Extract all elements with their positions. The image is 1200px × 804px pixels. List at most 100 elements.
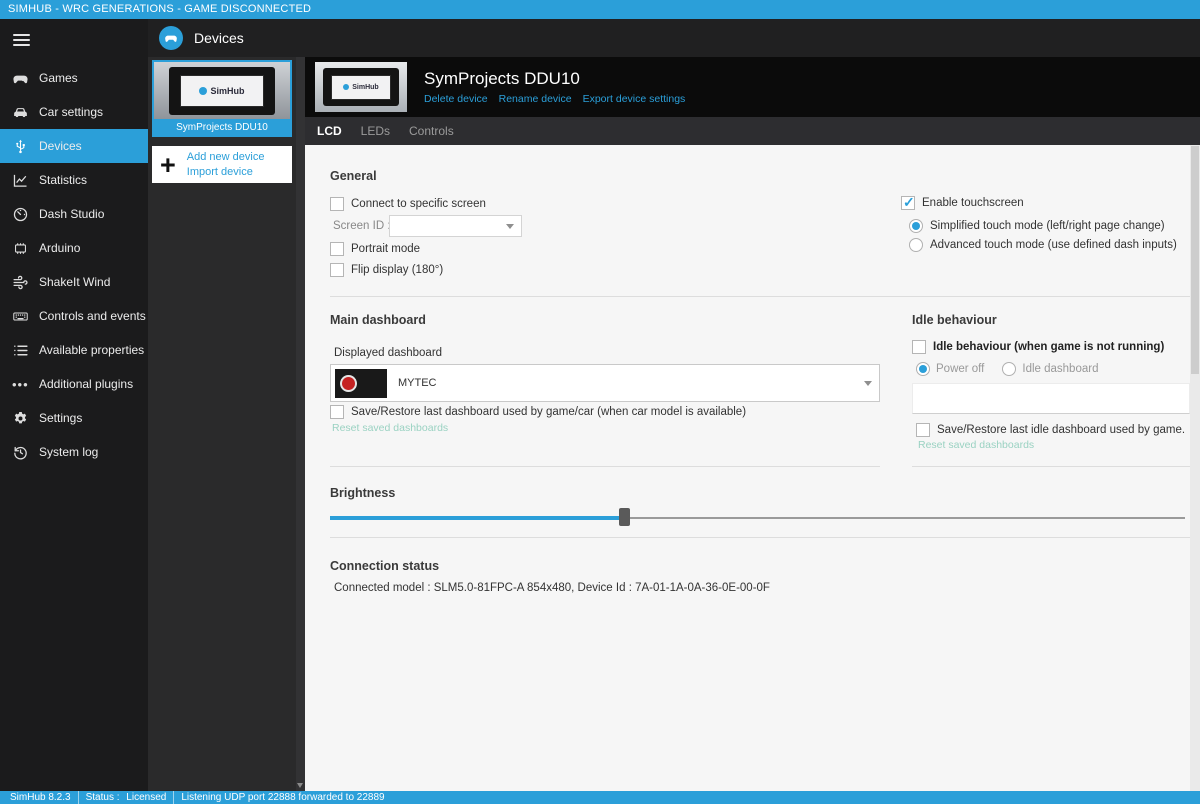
gear-icon xyxy=(12,410,39,427)
sidebar-item-car-settings[interactable]: Car settings xyxy=(0,95,148,129)
flip-display-row[interactable]: Flip display (180°) xyxy=(330,263,443,277)
chevron-down-icon xyxy=(864,380,872,386)
sidebar-item-label: Additional plugins xyxy=(39,377,134,391)
plus-icon xyxy=(160,152,176,178)
scroll-down-arrow-icon[interactable] xyxy=(297,783,303,788)
save-restore-idle-checkbox[interactable] xyxy=(916,423,930,437)
import-device-link[interactable]: Import device xyxy=(187,166,265,178)
connect-specific-screen-checkbox[interactable] xyxy=(330,197,344,211)
device-list-panel: SimHub SymProjects DDU10 Add new device … xyxy=(148,57,305,791)
device-tabs: LCD LEDs Controls xyxy=(305,117,1200,145)
hamburger-icon xyxy=(13,34,30,46)
sidebar-item-label: Settings xyxy=(39,411,83,425)
simplified-touch-mode-radio[interactable] xyxy=(909,219,923,233)
connection-status-heading: Connection status xyxy=(330,559,440,573)
screen-id-label: Screen ID : xyxy=(333,220,391,232)
slider-fill xyxy=(330,516,625,520)
sidebar-item-label: Available properties xyxy=(39,343,145,357)
sidebar-item-arduino[interactable]: Arduino xyxy=(0,231,148,265)
sidebar-item-additional-plugins[interactable]: Additional plugins xyxy=(0,367,148,401)
device-actions: Delete device Rename device Export devic… xyxy=(424,93,685,105)
window-title: SIMHUB - WRC GENERATIONS - GAME DISCONNE… xyxy=(8,3,312,15)
lcd-settings-content: General Connect to specific screen Scree… xyxy=(305,145,1200,791)
connect-specific-screen-row[interactable]: Connect to specific screen xyxy=(330,197,486,211)
device-photo: SimHub xyxy=(154,62,290,119)
device-thumbnail: SimHub xyxy=(315,62,407,112)
main-dashboard-heading: Main dashboard xyxy=(330,313,426,327)
portrait-mode-label: Portrait mode xyxy=(351,243,421,255)
tab-leds[interactable]: LEDs xyxy=(361,124,390,138)
add-device-card[interactable]: Add new device Import device xyxy=(152,146,292,183)
car-icon xyxy=(12,104,39,121)
sidebar-item-label: Arduino xyxy=(39,241,81,255)
screen-id-select[interactable] xyxy=(389,215,522,237)
displayed-dashboard-select[interactable]: MYTEC xyxy=(330,364,880,402)
export-device-settings-link[interactable]: Export device settings xyxy=(583,93,686,105)
idle-behaviour-row[interactable]: Idle behaviour (when game is not running… xyxy=(912,340,1164,354)
save-restore-dashboard-row[interactable]: Save/Restore last dashboard used by game… xyxy=(330,405,746,419)
reset-saved-dashboards-link[interactable]: Reset saved dashboards xyxy=(332,422,448,434)
enable-touchscreen-checkbox[interactable] xyxy=(901,194,915,211)
reset-saved-idle-dashboards-link[interactable]: Reset saved dashboards xyxy=(918,439,1034,451)
sidebar-item-settings[interactable]: Settings xyxy=(0,401,148,435)
portrait-mode-checkbox[interactable] xyxy=(330,242,344,256)
general-heading: General xyxy=(330,169,377,183)
slider-handle[interactable] xyxy=(619,508,630,526)
sidebar-item-devices[interactable]: Devices xyxy=(0,129,148,163)
device-header: SimHub SymProjects DDU10 Delete device R… xyxy=(305,57,1200,117)
idle-behaviour-heading: Idle behaviour xyxy=(912,313,997,327)
sidebar-item-label: ShakeIt Wind xyxy=(39,275,111,289)
add-new-device-link[interactable]: Add new device xyxy=(187,151,265,163)
sidebar-item-available-properties[interactable]: Available properties xyxy=(0,333,148,367)
power-off-radio[interactable] xyxy=(916,362,930,376)
tab-controls[interactable]: Controls xyxy=(409,124,454,138)
sidebar-item-dash-studio[interactable]: Dash Studio xyxy=(0,197,148,231)
device-screen-label: SimHub xyxy=(210,85,245,96)
advanced-touch-mode-label: Advanced touch mode (use defined dash in… xyxy=(930,239,1177,251)
device-card-symprojects-ddu10[interactable]: SimHub SymProjects DDU10 xyxy=(152,60,292,137)
devices-badge-icon xyxy=(159,26,183,50)
flip-display-label: Flip display (180°) xyxy=(351,264,444,276)
sidebar-item-label: Devices xyxy=(39,139,82,153)
content-scrollbar[interactable] xyxy=(1190,145,1200,791)
idle-behaviour-label: Idle behaviour (when game is not running… xyxy=(933,341,1165,353)
gauge-icon xyxy=(12,206,39,223)
sidebar-item-statistics[interactable]: Statistics xyxy=(0,163,148,197)
idle-dashboard-select[interactable] xyxy=(912,383,1190,414)
device-panel-scrollbar[interactable] xyxy=(296,57,305,791)
dashboard-thumbnail xyxy=(335,368,387,398)
simplified-touch-mode-row[interactable]: Simplified touch mode (left/right page c… xyxy=(909,219,1165,233)
brightness-slider[interactable] xyxy=(330,508,1185,526)
divider xyxy=(330,537,1190,538)
sidebar-item-controls-and-events[interactable]: Controls and events xyxy=(0,299,148,333)
wind-icon xyxy=(12,274,39,291)
rename-device-link[interactable]: Rename device xyxy=(499,93,572,105)
dashboard-logo-icon xyxy=(340,374,357,392)
sidebar-item-label: Statistics xyxy=(39,173,88,187)
advanced-touch-mode-radio[interactable] xyxy=(909,238,923,252)
save-restore-idle-row[interactable]: Save/Restore last idle dashboard used by… xyxy=(916,423,1185,437)
idle-dashboard-label: Idle dashboard xyxy=(1022,363,1099,375)
sidebar-item-system-log[interactable]: System log xyxy=(0,435,148,469)
sidebar-item-shakeit-wind[interactable]: ShakeIt Wind xyxy=(0,265,148,299)
sidebar-item-label: System log xyxy=(39,445,99,459)
enable-touchscreen-label: Enable touchscreen xyxy=(922,197,1024,209)
chip-icon xyxy=(12,240,39,257)
portrait-mode-row[interactable]: Portrait mode xyxy=(330,242,420,256)
sidebar-item-games[interactable]: Games xyxy=(0,61,148,95)
delete-device-link[interactable]: Delete device xyxy=(424,93,488,105)
advanced-touch-mode-row[interactable]: Advanced touch mode (use defined dash in… xyxy=(909,238,1177,252)
divider xyxy=(330,296,1190,297)
save-restore-dashboard-checkbox[interactable] xyxy=(330,405,344,419)
tab-lcd[interactable]: LCD xyxy=(317,124,342,138)
menu-toggle-button[interactable] xyxy=(0,19,148,61)
scrollbar-thumb[interactable] xyxy=(1191,146,1199,374)
status-label: Status : xyxy=(85,792,120,803)
idle-dashboard-radio[interactable] xyxy=(1002,362,1017,376)
divider xyxy=(912,466,1190,467)
idle-behaviour-checkbox[interactable] xyxy=(912,340,926,354)
flip-display-checkbox[interactable] xyxy=(330,263,344,277)
enable-touchscreen-row[interactable]: Enable touchscreen xyxy=(901,194,1024,211)
panel-title: Devices xyxy=(194,30,244,46)
app-version: SimHub 8.2.3 xyxy=(3,791,79,804)
